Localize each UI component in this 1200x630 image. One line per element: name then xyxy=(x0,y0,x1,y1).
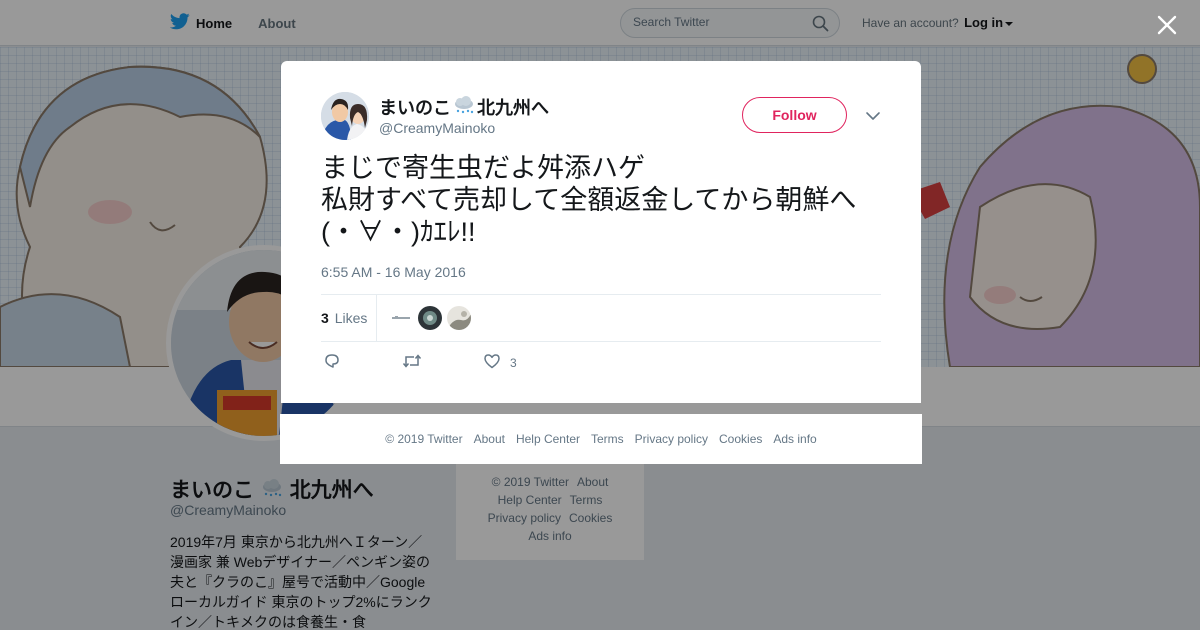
tweet-timestamp[interactable]: 6:55 AM - 16 May 2016 xyxy=(321,264,466,280)
likers-avatars xyxy=(389,306,471,330)
liker-avatar[interactable] xyxy=(418,306,442,330)
tweet-author-name-prefix: まいのこ xyxy=(379,98,451,118)
liker-avatar[interactable] xyxy=(447,306,471,330)
tweet-stats: 3 Likes xyxy=(321,294,881,342)
close-icon[interactable] xyxy=(1154,12,1180,38)
footer-help-link[interactable]: Help Center xyxy=(516,432,580,446)
chevron-down-icon[interactable] xyxy=(865,108,881,124)
tweet-text: まじで寄生虫だよ舛添ハゲ 私財すべて売却して全額返金してから朝鮮へ (・∀・)ｶ… xyxy=(321,152,891,248)
tweet-author-name-suffix: 北九州へ xyxy=(477,98,549,118)
like-count: 3 xyxy=(510,355,517,370)
retweet-button[interactable] xyxy=(402,352,422,373)
footer-about-link[interactable]: About xyxy=(474,432,505,446)
snow-cloud-icon xyxy=(452,95,476,119)
heart-icon xyxy=(483,352,501,373)
likes-count: 3 xyxy=(321,310,329,326)
tweet-author-handle[interactable]: @CreamyMainoko xyxy=(379,120,495,136)
tweet-actions: 3 xyxy=(321,352,881,374)
footer-privacy-link[interactable]: Privacy policy xyxy=(635,432,708,446)
liker-avatar[interactable] xyxy=(389,306,413,330)
tweet-text-line: まじで寄生虫だよ舛添ハゲ xyxy=(321,153,645,183)
likes-label: Likes xyxy=(334,310,368,326)
stats-divider xyxy=(376,295,377,342)
tweet-text-line: 私財すべて売却して全額返金してから朝鮮へ xyxy=(321,185,857,215)
reply-icon xyxy=(323,352,341,373)
footer-copyright: © 2019 Twitter xyxy=(385,432,463,446)
footer-terms-link[interactable]: Terms xyxy=(591,432,624,446)
like-button[interactable]: 3 xyxy=(483,352,517,373)
footer-ads-link[interactable]: Ads info xyxy=(773,432,816,446)
modal-footer: © 2019 Twitter About Help Center Terms P… xyxy=(280,414,922,464)
footer-cookies-link[interactable]: Cookies xyxy=(719,432,762,446)
tweet-author-name[interactable]: まいのこ 北九州へ xyxy=(379,94,549,120)
tweet-modal: まいのこ 北九州へ @CreamyMainoko Follow まじで寄生虫だよ… xyxy=(281,61,921,403)
follow-button[interactable]: Follow xyxy=(742,97,847,133)
tweet-author-avatar[interactable] xyxy=(321,92,369,140)
reply-button[interactable] xyxy=(323,352,341,373)
tweet-text-line: (・∀・)ｶｴﾚ!! xyxy=(321,217,476,247)
retweet-icon xyxy=(402,352,422,373)
likes-stat[interactable]: 3 Likes xyxy=(321,310,367,326)
